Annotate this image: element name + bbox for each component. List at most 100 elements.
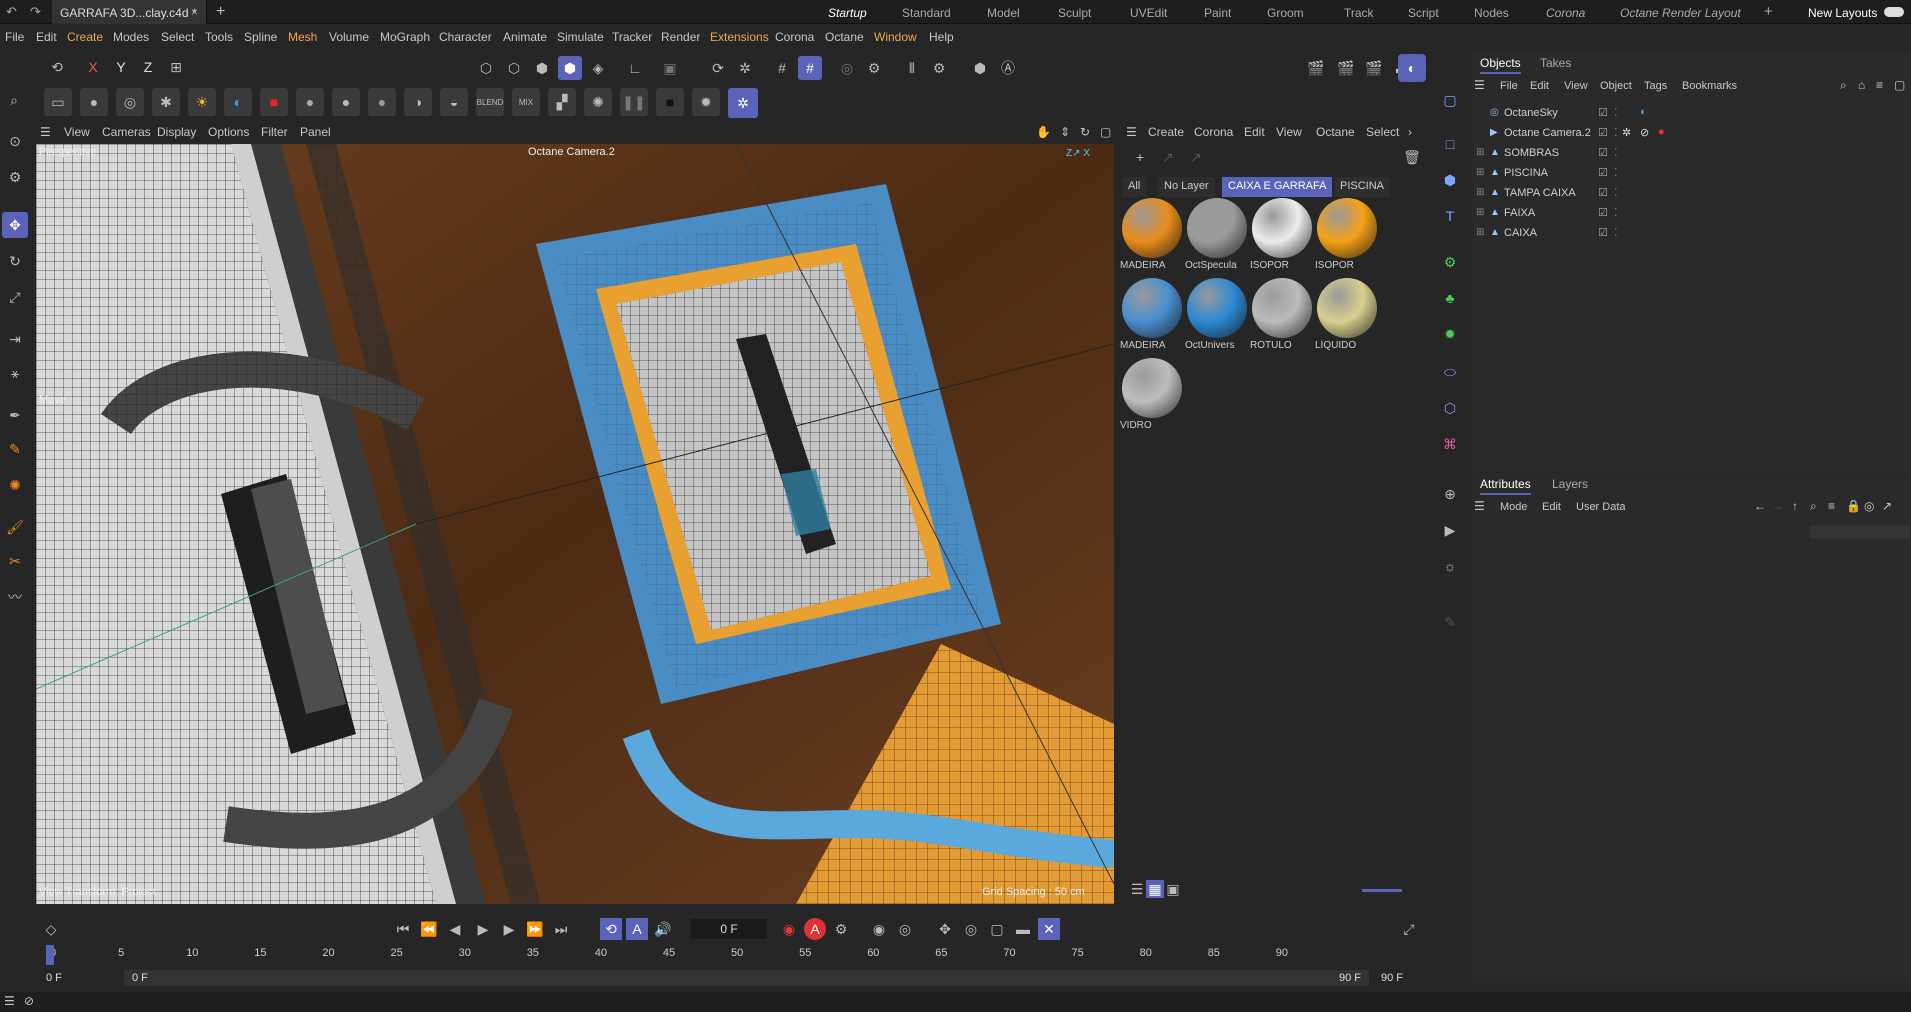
move-tool-icon[interactable]: ✥ [2,212,28,238]
large-view-icon[interactable]: ▣ [1164,880,1182,898]
visibility-toggle[interactable]: ☑ [1598,226,1608,239]
expand-icon[interactable]: ⊞ [1476,167,1484,178]
key-pos-icon[interactable]: ◉ [868,918,890,940]
render-settings-icon[interactable]: 🎬 [1362,56,1386,80]
orbit-icon[interactable]: ↻ [1080,125,1090,139]
octane-live-viewer-icon[interactable]: ✲ [728,88,758,118]
text-a-icon[interactable]: Ⓐ [996,56,1020,80]
go-to-end-icon[interactable]: ⏭ [550,918,572,940]
snap-icon[interactable]: ⟳ [706,56,730,80]
mix-checker-icon[interactable]: ◑ [404,88,432,116]
attr-menu-user-data[interactable]: User Data [1576,501,1626,513]
document-tab[interactable]: GARRAFA 3D...clay.c4d * × [52,0,207,24]
viewport-menu-display[interactable]: Display [157,125,196,139]
camera-tag-icon[interactable]: ● [1658,126,1665,138]
start-frame-field[interactable]: 0 F [46,972,62,984]
camera-icon[interactable]: ▶ [1436,516,1464,544]
material-swatch[interactable] [1122,358,1182,418]
settings-icon[interactable]: ◎ [1864,499,1874,513]
expand-icon[interactable]: ⊞ [1476,187,1484,198]
brush-icon[interactable]: 🖌 [2,514,28,540]
render-dots[interactable]: ⁚ [1614,166,1618,179]
layout-paint[interactable]: Paint [1204,6,1231,20]
prev-frame-icon[interactable]: ◀ [444,918,466,940]
render-dots[interactable]: ⁚ [1614,206,1618,219]
polygons-mode-icon[interactable]: ⬢ [530,56,554,80]
render-dots[interactable]: ⁚ [1614,106,1618,119]
primitive-cube-icon[interactable]: ⬢ [1436,166,1464,194]
hamburger-icon[interactable]: ☰ [40,125,51,139]
axis-y-button[interactable]: Y [110,56,132,78]
timeline-graph-icon[interactable]: ⤢ [1398,918,1420,940]
snap-settings-icon[interactable]: ✲ [733,56,757,80]
octane-object-icon[interactable]: ⬢ [968,56,992,80]
menu-help[interactable]: Help [929,30,954,44]
material-menu-edit[interactable]: Edit [1244,125,1265,139]
menu-simulate[interactable]: Simulate [557,30,604,44]
menu-volume[interactable]: Volume [329,30,369,44]
menu-animate[interactable]: Animate [503,30,547,44]
placement-tool-icon[interactable]: ⚹ [2,360,28,386]
lock-icon[interactable]: 🔒 [1846,499,1861,513]
camera-tag-icon[interactable]: ✲ [1622,126,1631,139]
object-menu-view[interactable]: View [1564,80,1588,92]
toggle-switch[interactable] [1884,7,1904,17]
camera-tag-icon[interactable]: ⊘ [1640,126,1649,139]
menu-file[interactable]: File [5,30,24,44]
render-dots[interactable]: ⁚ [1614,226,1618,239]
sculpt-icon[interactable]: 〰 [2,584,28,610]
sound-icon[interactable]: 🔊 [652,918,674,940]
loop-icon[interactable]: ⟲ [600,918,622,940]
visibility-toggle[interactable]: ☑ [1598,106,1608,119]
pan-icon[interactable]: ✋ [1036,125,1051,139]
object-menu-tags[interactable]: Tags [1644,80,1667,92]
octane-sky-icon[interactable]: ◐ [224,88,252,116]
material-swatch[interactable] [1252,198,1312,258]
viewport-menu-options[interactable]: Options [208,125,249,139]
render-dots[interactable]: ⁚ [1614,126,1618,139]
pause-icon[interactable]: ❚❚ [620,88,648,116]
filter-icon[interactable]: ≡ [1876,78,1883,92]
octane-sky-tag-icon[interactable]: ◐ [1640,106,1647,118]
current-frame-field[interactable]: 0 F [691,919,767,939]
menu-edit[interactable]: Edit [36,30,57,44]
coordinate-system-icon[interactable]: ⊞ [165,56,187,78]
layout-nodes[interactable]: Nodes [1474,6,1509,20]
material-tab-piscina[interactable]: PISCINA [1334,177,1391,197]
generator-icon[interactable]: ⚙ [1436,248,1464,276]
octane-spot-icon[interactable]: ◎ [116,88,144,116]
menu-spline[interactable]: Spline [244,30,277,44]
stop-icon[interactable]: ■ [656,88,684,116]
add-layout-icon[interactable]: + [1764,3,1773,20]
up-icon[interactable]: ↑ [1792,499,1798,513]
record-icon[interactable]: ◉ [778,918,800,940]
next-key-icon[interactable]: ⏩ [524,918,546,940]
menu-window[interactable]: Window [874,30,917,44]
go-to-start-icon[interactable]: ⏮ [392,918,414,940]
prev-key-icon[interactable]: ⏪ [418,918,440,940]
home-icon[interactable]: ⌂ [1858,78,1865,92]
play-icon[interactable]: ▶ [472,918,494,940]
menu-render[interactable]: Render [661,30,700,44]
metallic-material-icon[interactable]: ◒ [440,88,468,116]
menu-create[interactable]: Create [67,30,103,44]
hamburger-icon[interactable]: ☰ [1474,78,1485,92]
axis-mode-icon[interactable]: ∟ [623,56,647,80]
visibility-toggle[interactable]: ☑ [1598,126,1608,139]
lock-settings-icon[interactable]: ⚙ [862,56,886,80]
filter-icon[interactable]: ≡ [1828,499,1835,513]
chevron-right-icon[interactable]: › [1408,125,1412,139]
autokey-icon[interactable]: A [626,918,648,940]
maximize-icon[interactable]: ▢ [1894,78,1905,92]
menu-corona[interactable]: Corona [775,30,814,44]
expand-icon[interactable]: ⊞ [1476,207,1484,218]
grid-view-icon[interactable]: ▦ [1146,880,1164,898]
arrow-icon[interactable]: ↗ [1156,146,1180,168]
render-dots[interactable]: ⁚ [1614,146,1618,159]
octane-camera-icon[interactable]: ■ [260,88,288,116]
visibility-toggle[interactable]: ☑ [1598,146,1608,159]
render-dots[interactable]: ⁚ [1614,186,1618,199]
material-swatch[interactable] [1317,198,1377,258]
menu-mesh[interactable]: Mesh [288,30,317,44]
layout-model[interactable]: Model [987,6,1020,20]
